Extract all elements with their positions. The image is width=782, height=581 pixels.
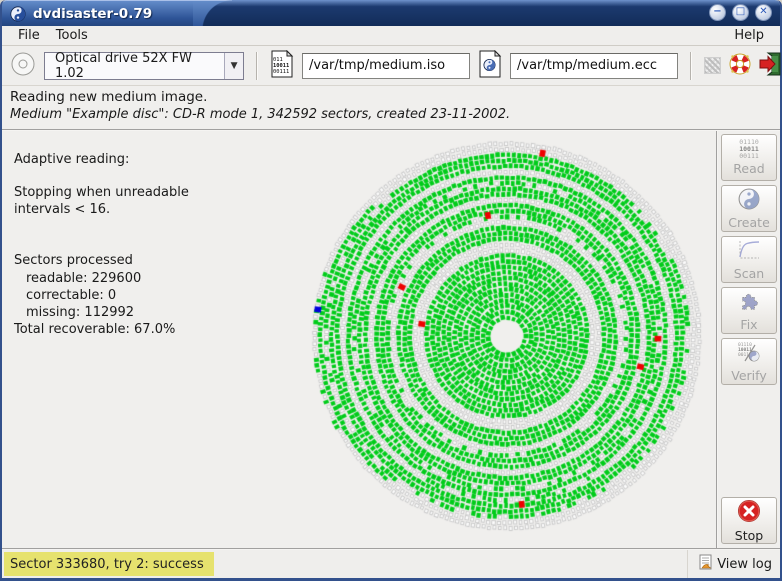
- verify-button-label: Verify: [731, 368, 766, 383]
- help-button[interactable]: [729, 52, 751, 80]
- iso-path-input[interactable]: [302, 53, 470, 79]
- drive-selector-value: Optical drive 52X FW 1.02: [45, 51, 224, 81]
- menu-file[interactable]: File: [10, 27, 48, 44]
- create-yinyang-icon: [738, 188, 760, 214]
- window-title: dvdisaster-0.79: [33, 6, 152, 22]
- fix-puzzle-icon: [738, 290, 760, 316]
- sector-status-text: Sector 333680, try 2: success: [4, 552, 214, 576]
- read-button: 011101001100111 Read: [721, 134, 777, 181]
- app-yinyang-icon: [10, 6, 26, 22]
- status-message-line2: Medium "Example disc": CD-R mode 1, 3425…: [10, 107, 772, 122]
- stop-icon: [737, 499, 761, 527]
- view-log-label: View log: [717, 557, 772, 572]
- ecc-file-icon: [478, 50, 502, 82]
- quit-button[interactable]: [759, 52, 781, 80]
- read-button-label: Read: [733, 161, 764, 176]
- exit-door-icon: [759, 52, 781, 80]
- view-log-button[interactable]: View log: [687, 550, 780, 578]
- toolbar: Optical drive 52X FW 1.02 ▼ 011100110011…: [2, 46, 780, 86]
- verify-button: 011101001100111 Verify: [721, 338, 777, 385]
- statusbar: Sector 333680, try 2: success View log: [2, 548, 780, 578]
- sectors-correctable: correctable: 0: [14, 287, 189, 304]
- disc-sector-map: [295, 131, 715, 548]
- titlebar[interactable]: dvdisaster-0.79 − □ ✕: [2, 0, 780, 26]
- close-button[interactable]: ✕: [755, 4, 772, 21]
- app-window: dvdisaster-0.79 − □ ✕ File Tools Help Op…: [0, 0, 782, 581]
- iso-file-icon: 0111001100111: [270, 50, 294, 82]
- preferences-icon: [704, 57, 721, 74]
- maximize-button[interactable]: □: [732, 4, 749, 21]
- main-panel: Adaptive reading: Stopping when unreadab…: [2, 131, 716, 548]
- adaptive-reading-heading: Adaptive reading:: [14, 151, 189, 168]
- action-sidebar: 011101001100111 Read Create Scan: [716, 131, 780, 548]
- scan-button: Scan: [721, 236, 777, 283]
- toolbar-separator: [256, 52, 258, 80]
- status-message-area: Reading new medium image. Medium "Exampl…: [2, 86, 780, 131]
- sectors-processed-heading: Sectors processed: [14, 252, 189, 269]
- drive-selector[interactable]: Optical drive 52X FW 1.02 ▼: [44, 52, 244, 80]
- fix-button-label: Fix: [740, 317, 757, 332]
- menu-help[interactable]: Help: [726, 27, 772, 44]
- ecc-path-input[interactable]: [510, 53, 678, 79]
- stopping-condition-line1: Stopping when unreadable: [14, 184, 189, 201]
- titlebar-tab: dvdisaster-0.79: [2, 0, 232, 26]
- status-message-line1: Reading new medium image.: [10, 89, 772, 105]
- stop-button-label: Stop: [735, 528, 763, 543]
- minimize-button[interactable]: −: [709, 4, 726, 21]
- menubar: File Tools Help: [2, 26, 780, 46]
- sectors-readable: readable: 229600: [14, 270, 189, 287]
- read-binary-icon: 011101001100111: [739, 139, 759, 159]
- stop-button[interactable]: Stop: [721, 497, 777, 544]
- verify-icon: 011101001100111: [737, 341, 761, 367]
- scan-curve-icon: [737, 239, 761, 265]
- log-file-icon: [698, 554, 714, 574]
- lifebelt-icon: [729, 53, 751, 79]
- drive-disc-icon: [10, 51, 36, 81]
- scan-button-label: Scan: [734, 266, 764, 281]
- preferences-button-disabled: [704, 52, 721, 80]
- toolbar-separator: [690, 52, 692, 80]
- fix-button: Fix: [721, 287, 777, 334]
- svg-text:00111: 00111: [273, 69, 289, 75]
- sectors-missing: missing: 112992: [14, 304, 189, 321]
- chevron-down-icon: ▼: [224, 53, 243, 79]
- adaptive-reading-panel: Adaptive reading: Stopping when unreadab…: [14, 151, 189, 338]
- stopping-condition-line2: intervals < 16.: [14, 201, 189, 218]
- create-button-label: Create: [728, 215, 770, 230]
- menu-tools[interactable]: Tools: [48, 27, 96, 44]
- total-recoverable: Total recoverable: 67.0%: [14, 321, 189, 338]
- create-button: Create: [721, 185, 777, 232]
